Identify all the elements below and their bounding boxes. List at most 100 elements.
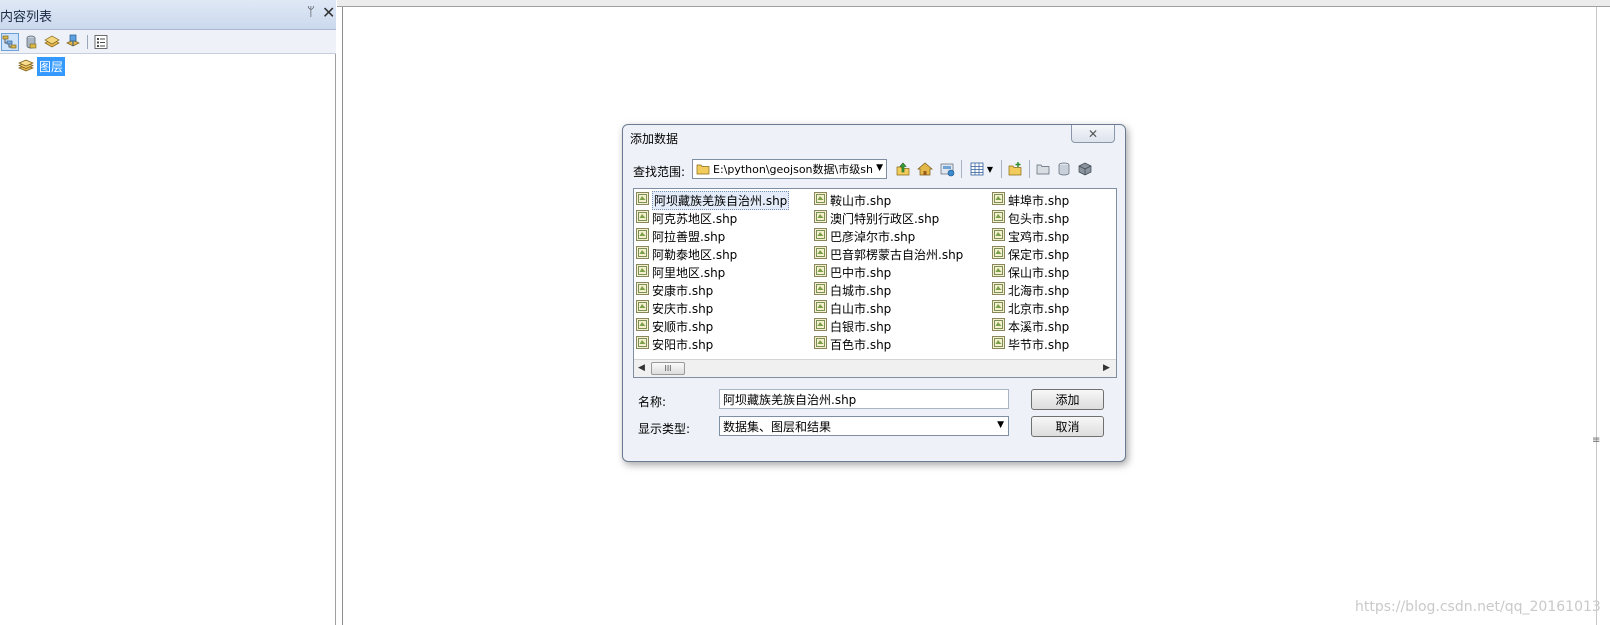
shapefile-icon	[814, 192, 827, 208]
file-item[interactable]: 北京市.shp	[992, 299, 1069, 317]
file-name: 澳门特别行政区.shp	[830, 211, 940, 226]
file-item[interactable]: 安顺市.shp	[636, 317, 789, 335]
list-by-drawing-order-button[interactable]	[1, 33, 19, 51]
look-in-dropdown[interactable]: E:\python\geojson数据\市级sh ▼	[692, 159, 887, 179]
options-button[interactable]	[92, 33, 110, 51]
file-item[interactable]: 巴中市.shp	[814, 263, 963, 281]
shapefile-icon	[992, 336, 1005, 352]
toolbar-separator	[1001, 160, 1002, 178]
catalog-options-button[interactable]	[1075, 159, 1095, 179]
horizontal-scrollbar[interactable]: ◀ III ▶	[634, 359, 1116, 377]
list-by-visibility-button[interactable]	[43, 33, 61, 51]
name-input[interactable]	[719, 389, 1009, 409]
chevron-down-icon: ▼	[986, 164, 994, 174]
list-by-selection-button[interactable]	[64, 33, 82, 51]
file-column-2: 鞍山市.shp 澳门特别行政区.shp 巴彦淖尔市.shp 巴音郭楞蒙古自治州.shp…	[814, 191, 963, 353]
home-button[interactable]	[915, 159, 935, 179]
shapefile-icon	[814, 336, 827, 352]
file-item[interactable]: 阿坝藏族羌族自治州.shp	[636, 190, 790, 210]
file-item[interactable]: 白银市.shp	[814, 317, 963, 335]
shapefile-icon	[992, 318, 1005, 334]
shapefile-icon	[636, 246, 649, 262]
list-by-source-button[interactable]	[22, 33, 40, 51]
cancel-button[interactable]: 取消	[1031, 416, 1104, 437]
file-item[interactable]: 包头市.shp	[992, 209, 1069, 227]
file-item[interactable]: 巴音郭楞蒙古自治州.shp	[814, 245, 963, 263]
connect-to-folder-button[interactable]	[1005, 159, 1025, 179]
file-name: 百色市.shp	[830, 337, 892, 352]
file-item[interactable]: 巴彦淖尔市.shp	[814, 227, 963, 245]
file-item[interactable]: 白山市.shp	[814, 299, 963, 317]
layers-node[interactable]: 图层	[18, 56, 66, 76]
file-item[interactable]: 安康市.shp	[636, 281, 789, 299]
look-in-label: 查找范围:	[633, 165, 686, 179]
file-item[interactable]: 宝鸡市.shp	[992, 227, 1069, 245]
file-name: 宝鸡市.shp	[1008, 229, 1070, 244]
toolbar-separator	[87, 35, 88, 49]
shapefile-icon	[992, 282, 1005, 298]
file-name: 蚌埠市.shp	[1008, 193, 1070, 208]
up-folder-icon	[896, 162, 910, 176]
connect-folder-button[interactable]	[937, 159, 957, 179]
drawing-order-icon	[2, 35, 17, 49]
close-icon[interactable]: ✕	[322, 3, 335, 22]
file-item[interactable]: 阿勒泰地区.shp	[636, 245, 789, 263]
view-menu-button[interactable]: ▼	[965, 159, 997, 179]
scroll-right-icon[interactable]: ▶	[1103, 363, 1110, 373]
file-item[interactable]: 白城市.shp	[814, 281, 963, 299]
file-name: 安康市.shp	[652, 283, 714, 298]
shapefile-icon	[992, 264, 1005, 280]
shapefile-icon	[992, 228, 1005, 244]
file-item[interactable]: 蚌埠市.shp	[992, 191, 1069, 209]
folder-add-icon	[1008, 162, 1022, 176]
show-type-dropdown[interactable]: 数据集、图层和结果 ▼	[719, 416, 1009, 436]
file-item[interactable]: 百色市.shp	[814, 335, 963, 353]
file-name: 白银市.shp	[830, 319, 892, 334]
file-item[interactable]: 阿克苏地区.shp	[636, 209, 789, 227]
file-list[interactable]: 阿坝藏族羌族自治州.shp 阿克苏地区.shp 阿拉善盟.shp 阿勒泰地区.shp 阿…	[633, 188, 1117, 378]
home-icon	[917, 162, 933, 176]
file-item[interactable]: 毕节市.shp	[992, 335, 1069, 353]
toc-title-bar: 内容列表 ᛘ ✕	[0, 0, 336, 30]
connect-folder-icon	[940, 163, 955, 177]
shapefile-icon	[636, 264, 649, 280]
file-item[interactable]: 北海市.shp	[992, 281, 1069, 299]
splitter-grip-icon[interactable]: ≡	[1592, 435, 1600, 446]
shapefile-icon	[814, 318, 827, 334]
scroll-left-icon[interactable]: ◀	[638, 363, 645, 373]
shapefile-icon	[992, 300, 1005, 316]
shapefile-icon	[814, 264, 827, 280]
file-name: 保山市.shp	[1008, 265, 1070, 280]
file-name: 阿里地区.shp	[652, 265, 726, 280]
file-column-3: 蚌埠市.shp 包头市.shp 宝鸡市.shp 保定市.shp 保山市.shp 北海市.s…	[992, 191, 1069, 353]
dialog-close-button[interactable]: ✕	[1071, 125, 1115, 143]
new-database-button[interactable]	[1054, 159, 1074, 179]
shapefile-icon	[636, 192, 649, 208]
shapefile-icon	[636, 282, 649, 298]
file-item[interactable]: 阿拉善盟.shp	[636, 227, 789, 245]
scroll-thumb[interactable]: III	[651, 362, 685, 375]
add-button[interactable]: 添加	[1031, 389, 1104, 410]
look-in-value: E:\python\geojson数据\市级sh	[713, 163, 873, 176]
file-item[interactable]: 安阳市.shp	[636, 335, 789, 353]
file-name: 阿克苏地区.shp	[652, 211, 738, 226]
file-name: 保定市.shp	[1008, 247, 1070, 262]
file-item[interactable]: 本溪市.shp	[992, 317, 1069, 335]
file-item[interactable]: 安庆市.shp	[636, 299, 789, 317]
file-item[interactable]: 澳门特别行政区.shp	[814, 209, 963, 227]
pin-icon[interactable]: ᛘ	[307, 5, 315, 20]
file-item[interactable]: 鞍山市.shp	[814, 191, 963, 209]
dialog-title: 添加数据	[630, 132, 679, 146]
database-icon	[1058, 162, 1070, 176]
up-one-level-button[interactable]	[893, 159, 913, 179]
map-top-bar	[337, 0, 1610, 7]
file-item[interactable]: 保山市.shp	[992, 263, 1069, 281]
watermark: https://blog.csdn.net/qq_20161013	[1355, 599, 1601, 615]
shapefile-icon	[814, 228, 827, 244]
file-name: 阿拉善盟.shp	[652, 229, 726, 244]
file-item[interactable]: 阿里地区.shp	[636, 263, 789, 281]
toolbar-separator	[1029, 160, 1030, 178]
file-item[interactable]: 保定市.shp	[992, 245, 1069, 263]
new-folder-button[interactable]	[1033, 159, 1053, 179]
list-view-icon	[970, 162, 984, 176]
